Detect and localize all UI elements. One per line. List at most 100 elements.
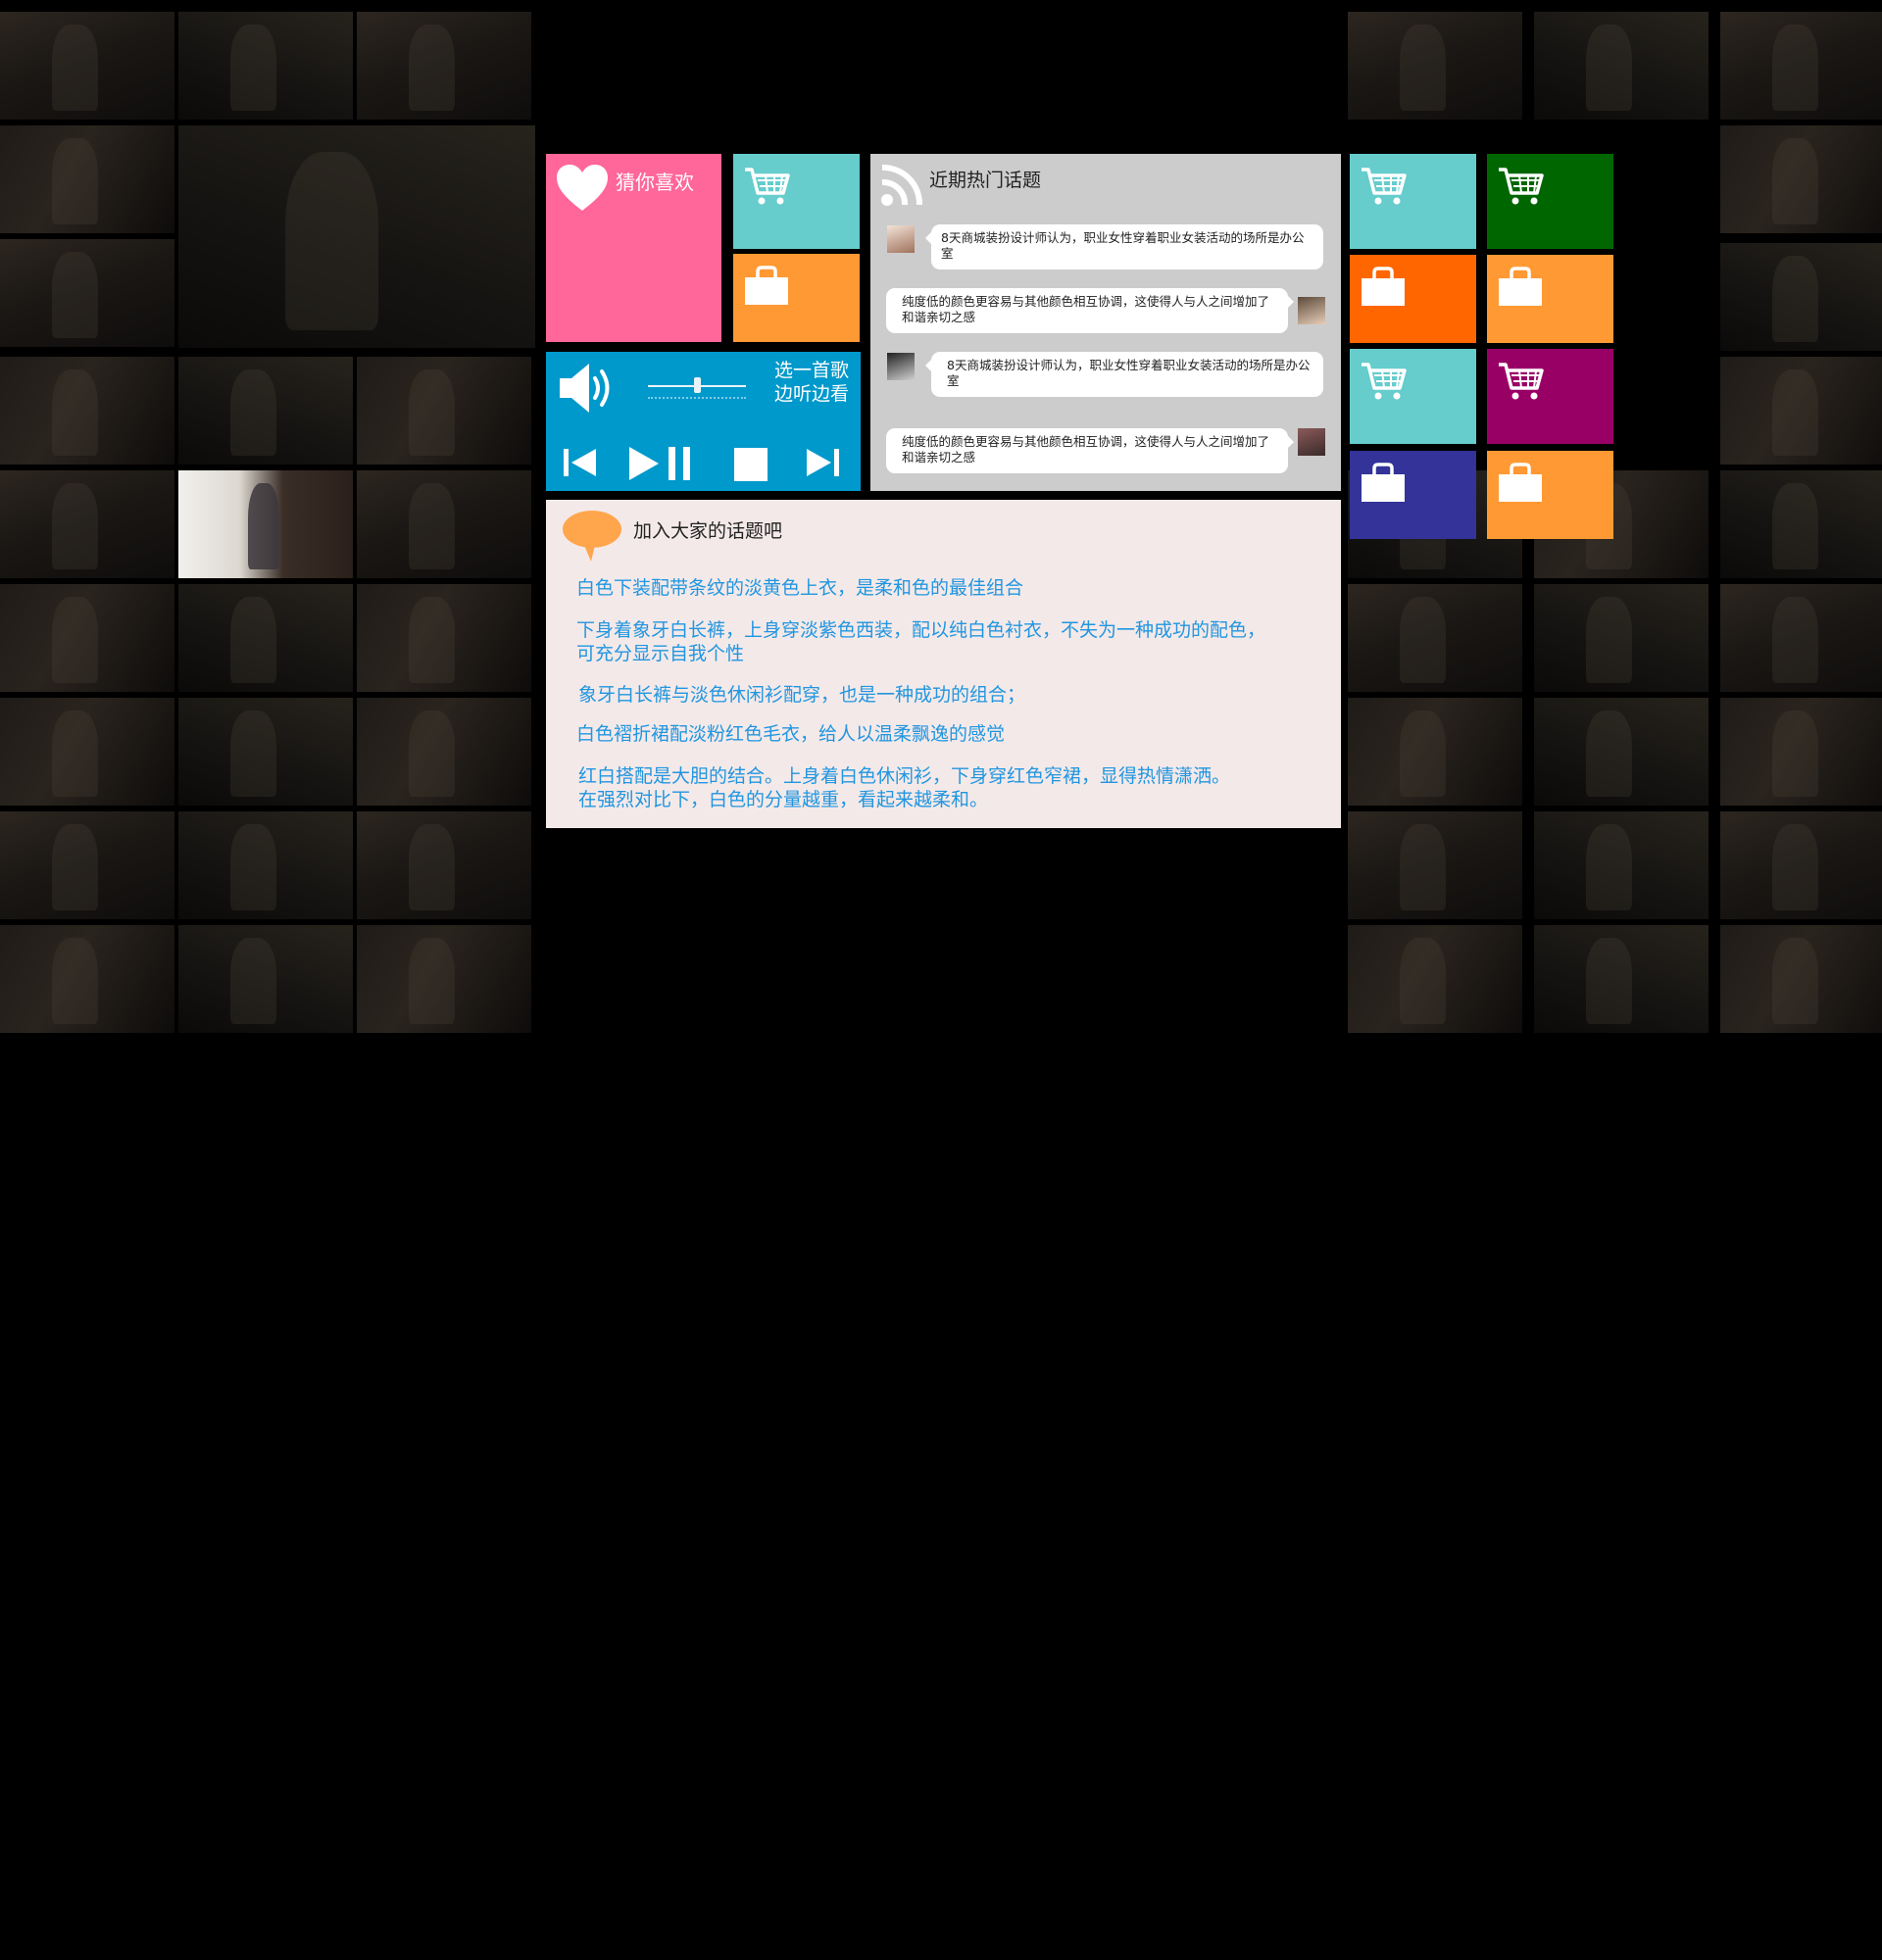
previous-icon[interactable] [562, 447, 599, 478]
photo-tile-large[interactable] [178, 125, 535, 348]
avatar[interactable] [887, 353, 915, 380]
photo-tile[interactable] [1720, 584, 1882, 692]
photo-tile[interactable] [1534, 925, 1709, 1033]
shopping-bag-tile[interactable] [1350, 451, 1476, 539]
topic-item[interactable]: 纯度低的颜色更容易与其他颜色相互协调，这使得人与人之间增加了和谐亲切之感 [886, 428, 1294, 473]
topic-line[interactable]: 白色下装配带条纹的淡黄色上衣，是柔和色的最佳组合 [576, 576, 1023, 600]
photo-tile[interactable] [1534, 584, 1709, 692]
photo-tile[interactable] [1348, 584, 1522, 692]
photo-tile[interactable] [1720, 357, 1882, 465]
topic-item[interactable]: 8天商城装扮设计师认为，职业女性穿着职业女装活动的场所是办公室 [925, 352, 1323, 397]
photo-tile[interactable] [1534, 811, 1709, 919]
photo-tile[interactable] [178, 698, 353, 806]
shopping-cart-icon [1362, 168, 1407, 205]
topic-line[interactable]: 象牙白长裤与淡色休闲衫配穿，也是一种成功的组合； [578, 683, 1025, 707]
shopping-cart-tile[interactable] [1487, 154, 1613, 249]
photo-tile[interactable] [357, 698, 531, 806]
hot-topics-title: 近期热门话题 [929, 170, 1042, 191]
guess-you-like-label: 猜你喜欢 [616, 171, 694, 194]
photo-tile[interactable] [357, 357, 531, 465]
photo-tile[interactable] [357, 811, 531, 919]
photo-tile[interactable] [1720, 925, 1882, 1033]
photo-tile[interactable] [357, 584, 531, 692]
photo-tile[interactable] [1348, 698, 1522, 806]
topic-text: 纯度低的颜色更容易与其他颜色相互协调，这使得人与人之间增加了和谐亲切之感 [902, 294, 1270, 324]
topic-line[interactable]: 红白搭配是大胆的结合。上身着白色休闲衫，下身穿红色窄裙，显得热情潇洒。 [578, 764, 1230, 788]
join-topics-panel: 加入大家的话题吧 白色下装配带条纹的淡黄色上衣，是柔和色的最佳组合 下身着象牙白… [546, 500, 1341, 828]
topic-item[interactable]: 纯度低的颜色更容易与其他颜色相互协调，这使得人与人之间增加了和谐亲切之感 [886, 288, 1294, 333]
photo-tile[interactable] [357, 470, 531, 578]
topic-line[interactable]: 在强烈对比下，白色的分量越重，看起来越柔和。 [578, 788, 988, 811]
photo-tile[interactable] [0, 925, 174, 1033]
rss-icon [881, 164, 923, 206]
photo-tile[interactable] [0, 698, 174, 806]
shopping-cart-icon [1499, 168, 1544, 205]
photo-tile[interactable] [1720, 470, 1882, 578]
topic-text: 8天商城装扮设计师认为，职业女性穿着职业女装活动的场所是办公室 [947, 358, 1311, 388]
shopping-bag-tile[interactable] [1487, 255, 1613, 343]
photo-tile[interactable] [0, 470, 174, 578]
shopping-bag-icon [1362, 463, 1405, 502]
shopping-bag-icon [1499, 267, 1542, 306]
volume-icon[interactable] [558, 361, 617, 416]
photo-tile[interactable] [1348, 811, 1522, 919]
topic-line[interactable]: 可充分显示自我个性 [576, 642, 744, 665]
shopping-cart-tile[interactable] [1350, 349, 1476, 444]
music-prompt-line2: 边听边看 [773, 383, 849, 405]
shopping-bag-icon [1362, 267, 1405, 306]
heart-icon [557, 165, 608, 211]
photo-tile[interactable] [0, 239, 174, 347]
shopping-bag-tile[interactable] [1350, 255, 1476, 343]
shopping-cart-tile[interactable] [1350, 154, 1476, 249]
photo-tile[interactable] [178, 925, 353, 1033]
photo-tile[interactable] [0, 125, 174, 233]
volume-slider-handle[interactable] [694, 377, 701, 393]
shopping-cart-tile[interactable] [1487, 349, 1613, 444]
music-player-tile: 选一首歌 边听边看 [546, 352, 861, 491]
photo-tile[interactable] [1720, 125, 1882, 233]
music-prompt: 选一首歌 边听边看 [774, 359, 849, 406]
photo-tile-highlighted[interactable] [178, 470, 353, 578]
hot-topics-panel: 近期热门话题 8天商城装扮设计师认为，职业女性穿着职业女装活动的场所是办公室 纯… [870, 154, 1341, 491]
speech-bubble-icon [563, 511, 621, 562]
shopping-bag-icon [1499, 463, 1542, 502]
photo-tile[interactable] [0, 584, 174, 692]
photo-tile[interactable] [178, 584, 353, 692]
shopping-bag-tile[interactable] [733, 254, 860, 342]
photo-tile[interactable] [357, 12, 531, 120]
photo-tile[interactable] [1720, 698, 1882, 806]
photo-tile[interactable] [178, 12, 353, 120]
topic-text: 纯度低的颜色更容易与其他颜色相互协调，这使得人与人之间增加了和谐亲切之感 [902, 434, 1270, 465]
shopping-cart-tile[interactable] [733, 154, 860, 249]
shopping-bag-icon [745, 266, 788, 305]
avatar[interactable] [1298, 428, 1325, 456]
shopping-bag-tile[interactable] [1487, 451, 1613, 539]
topic-item[interactable]: 8天商城装扮设计师认为，职业女性穿着职业女装活动的场所是办公室 [925, 224, 1323, 270]
topic-line[interactable]: 下身着象牙白长裤，上身穿淡紫色西装，配以纯白色衬衣，不失为一种成功的配色， [576, 618, 1265, 642]
photo-tile[interactable] [1720, 811, 1882, 919]
photo-tile[interactable] [0, 811, 174, 919]
shopping-cart-icon [1499, 363, 1544, 400]
music-prompt-line1: 选一首歌 [773, 360, 849, 381]
photo-tile[interactable] [0, 357, 174, 465]
guess-you-like-tile[interactable]: 猜你喜欢 [546, 154, 721, 342]
topic-line[interactable]: 白色褶折裙配淡粉红色毛衣，给人以温柔飘逸的感觉 [576, 722, 1005, 746]
photo-tile[interactable] [1348, 12, 1522, 120]
next-icon[interactable] [804, 447, 841, 478]
photo-tile[interactable] [178, 811, 353, 919]
join-topics-title: 加入大家的话题吧 [633, 520, 783, 542]
play-pause-icon[interactable] [627, 445, 696, 482]
photo-tile[interactable] [0, 12, 174, 120]
photo-tile[interactable] [1720, 12, 1882, 120]
photo-tile[interactable] [357, 925, 531, 1033]
avatar[interactable] [1298, 297, 1325, 324]
photo-tile[interactable] [1720, 243, 1882, 351]
stop-icon[interactable] [733, 447, 768, 482]
photo-tile[interactable] [178, 357, 353, 465]
avatar[interactable] [887, 225, 915, 253]
photo-tile[interactable] [1534, 698, 1709, 806]
photo-tile[interactable] [1348, 925, 1522, 1033]
photo-tile[interactable] [1534, 12, 1709, 120]
shopping-cart-icon [1362, 363, 1407, 400]
topic-text: 8天商城装扮设计师认为，职业女性穿着职业女装活动的场所是办公室 [941, 230, 1305, 261]
